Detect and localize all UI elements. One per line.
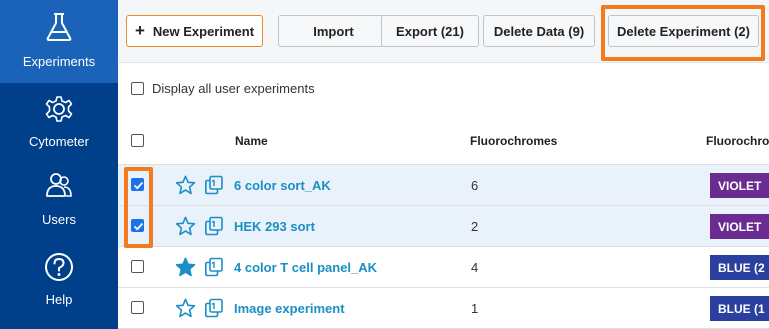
- row-checkbox[interactable]: [131, 178, 144, 191]
- column-header-fluorochrome-panel[interactable]: Fluorochron: [706, 134, 769, 148]
- import-button[interactable]: Import: [278, 15, 389, 47]
- select-all-checkbox[interactable]: [131, 134, 144, 147]
- experiment-name-link[interactable]: HEK 293 sort: [234, 219, 315, 234]
- new-experiment-button[interactable]: + New Experiment: [126, 15, 263, 47]
- experiment-name-link[interactable]: 6 color sort_AK: [234, 178, 331, 193]
- copy-icon[interactable]: [204, 257, 224, 277]
- column-header-fluorochromes[interactable]: Fluorochromes: [470, 134, 557, 148]
- star-filled-icon[interactable]: [175, 257, 196, 277]
- copy-icon[interactable]: [204, 175, 224, 195]
- flask-icon: [46, 13, 72, 41]
- experiment-name-link[interactable]: Image experiment: [234, 301, 345, 316]
- fluorochrome-count: 2: [471, 219, 479, 234]
- table-header: Name Fluorochromes Fluorochron: [118, 117, 769, 165]
- fluorochrome-chip: BLUE (2: [710, 255, 769, 280]
- copy-icon[interactable]: [204, 216, 224, 236]
- fluorochrome-chip: VIOLET: [710, 173, 769, 198]
- sidebar-item-label: Users: [42, 212, 76, 227]
- column-header-name[interactable]: Name: [235, 134, 268, 148]
- users-icon: [46, 173, 72, 197]
- sidebar-item-users[interactable]: Users: [0, 163, 118, 243]
- fluorochrome-count: 4: [471, 260, 479, 275]
- sidebar-item-cytometer[interactable]: Cytometer: [0, 83, 118, 163]
- fluorochrome-count: 6: [471, 178, 479, 193]
- delete-experiment-button[interactable]: Delete Experiment (2): [608, 15, 759, 47]
- sidebar-item-experiments[interactable]: Experiments: [0, 0, 118, 83]
- plus-icon: +: [134, 21, 145, 40]
- display-all-label: Display all user experiments: [152, 81, 315, 96]
- star-outline-icon[interactable]: [175, 216, 196, 236]
- fluorochrome-chip: VIOLET: [710, 214, 769, 239]
- gear-icon: [45, 96, 73, 122]
- row-checkbox[interactable]: [131, 301, 144, 314]
- table-row[interactable]: 4 color T cell panel_AK 4 BLUE (2: [118, 247, 769, 288]
- fluorochrome-count: 1: [471, 301, 479, 316]
- row-checkbox[interactable]: [131, 260, 144, 273]
- table-row[interactable]: 6 color sort_AK 6 VIOLET: [118, 165, 769, 206]
- delete-data-button[interactable]: Delete Data (9): [483, 15, 595, 47]
- star-outline-icon[interactable]: [175, 298, 196, 318]
- sidebar-item-help[interactable]: Help: [0, 243, 118, 329]
- sidebar-item-label: Experiments: [22, 54, 96, 69]
- main-content: + New Experiment Import Export (21) Dele…: [118, 0, 769, 329]
- sidebar-item-label: Help: [45, 292, 73, 307]
- sidebar: Experiments Cytometer Users Help: [0, 0, 118, 329]
- display-all-checkbox[interactable]: [131, 82, 144, 95]
- table-row[interactable]: HEK 293 sort 2 VIOLET: [118, 206, 769, 247]
- experiment-name-link[interactable]: 4 color T cell panel_AK: [234, 260, 377, 275]
- export-button[interactable]: Export (21): [381, 15, 479, 47]
- fluorochrome-chip: BLUE (1: [710, 296, 769, 321]
- toolbar: + New Experiment Import Export (21) Dele…: [118, 0, 769, 63]
- table-row[interactable]: Image experiment 1 BLUE (1: [118, 288, 769, 329]
- help-icon: [45, 253, 73, 281]
- sidebar-item-label: Cytometer: [29, 134, 89, 149]
- copy-icon[interactable]: [204, 298, 224, 318]
- star-outline-icon[interactable]: [175, 175, 196, 195]
- row-checkbox[interactable]: [131, 219, 144, 232]
